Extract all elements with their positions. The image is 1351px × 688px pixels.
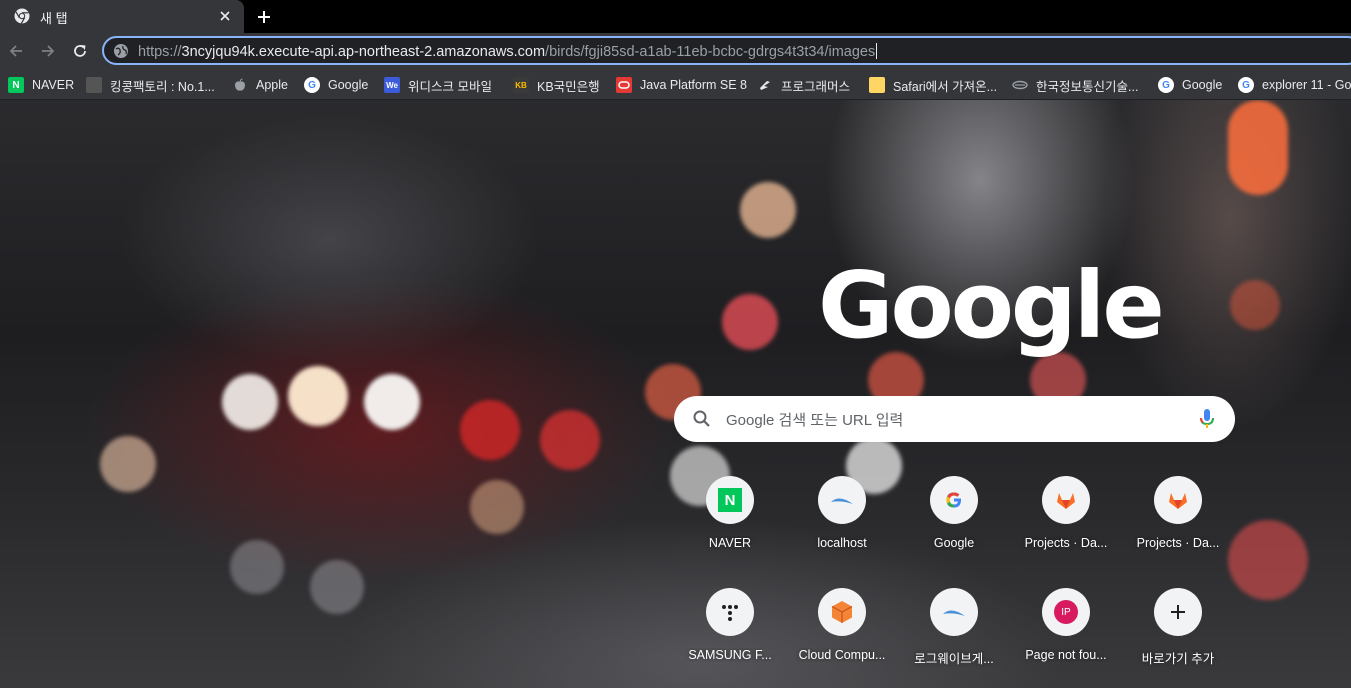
bookmark-label: NAVER	[32, 78, 75, 92]
gitlab-icon	[1154, 476, 1202, 524]
google-icon: G	[1238, 77, 1254, 93]
kb-icon: KB	[513, 77, 529, 93]
url-scheme: https://	[138, 44, 182, 60]
reload-icon[interactable]	[66, 37, 94, 65]
text-caret	[876, 43, 878, 59]
add-shortcut-button[interactable]: 바로가기 추가	[1122, 588, 1234, 688]
new-tab-page: Google Google 검색 또는 URL 입력 N NAVER local…	[0, 100, 1351, 688]
shortcut-label: Google	[933, 536, 975, 550]
bookmark-label: Google	[328, 78, 369, 92]
naver-icon: N	[706, 476, 754, 524]
shortcut-label: Cloud Compu...	[798, 648, 886, 662]
ip-badge-icon: IP	[1042, 588, 1090, 636]
wedisk-icon: We	[384, 77, 400, 93]
plus-icon	[1154, 588, 1202, 636]
search-placeholder: Google 검색 또는 URL 입력	[726, 412, 904, 429]
shortcut-label: Projects · Da...	[1136, 536, 1220, 550]
tab-strip: 새 탭	[0, 0, 1351, 33]
shortcut-label: 바로가기 추가	[1141, 652, 1215, 666]
naver-icon: N	[8, 77, 24, 93]
bookmark-label: 킹콩팩토리 : No.1...	[110, 79, 215, 94]
shortcut-naver[interactable]: N NAVER	[674, 476, 786, 584]
microphone-icon[interactable]	[1196, 407, 1218, 431]
shortcut-cloud-computing[interactable]: Cloud Compu...	[786, 588, 898, 688]
bookmark-label: 한국정보통신기술...	[1036, 79, 1139, 94]
shortcut-samsung[interactable]: SAMSUNG F...	[674, 588, 786, 688]
bookmark-tta[interactable]: 한국정보통신기술...	[1012, 74, 1138, 96]
shortcut-google[interactable]: Google	[898, 476, 1010, 584]
wave-icon	[930, 588, 978, 636]
globe-icon[interactable]	[113, 43, 129, 59]
gitlab-icon	[1042, 476, 1090, 524]
programmers-icon	[757, 77, 773, 93]
shortcut-label: Projects · Da...	[1024, 536, 1108, 550]
bookmark-naver[interactable]: N NAVER	[8, 74, 74, 96]
bookmark-label: Safari에서 가져온...	[893, 79, 998, 94]
shortcut-localhost[interactable]: localhost	[786, 476, 898, 584]
bookmark-label: explorer 11 - Go	[1262, 78, 1351, 92]
bookmark-kingkong[interactable]: 킹콩팩토리 : No.1...	[86, 74, 215, 96]
google-icon: G	[1158, 77, 1174, 93]
aws-cube-icon	[818, 588, 866, 636]
bookmark-label: Java Platform SE 8	[640, 78, 747, 92]
url-text[interactable]: https://3ncyjqu94k.execute-api.ap-northe…	[138, 43, 878, 60]
shortcut-projects-2[interactable]: Projects · Da...	[1122, 476, 1234, 584]
bookmark-label: Google	[1182, 78, 1223, 92]
kingkong-icon	[86, 77, 102, 93]
bookmark-explorer[interactable]: G explorer 11 - Go	[1238, 74, 1351, 96]
address-bar[interactable]: https://3ncyjqu94k.execute-api.ap-northe…	[102, 36, 1351, 65]
tta-icon	[1012, 77, 1028, 93]
wave-icon	[818, 476, 866, 524]
bookmark-label: 위디스크 모바일	[408, 79, 492, 94]
shortcut-logwave[interactable]: 로그웨이브게...	[898, 588, 1010, 688]
bookmarks-bar: N NAVER 킹콩팩토리 : No.1... Apple G Google W…	[0, 69, 1351, 100]
ip-badge-text: IP	[1054, 600, 1078, 624]
new-tab-plus-icon[interactable]	[252, 5, 276, 29]
shortcut-projects-1[interactable]: Projects · Da...	[1010, 476, 1122, 584]
bookmark-wedisk[interactable]: We 위디스크 모바일	[384, 74, 492, 96]
back-arrow-icon[interactable]	[2, 37, 30, 65]
apple-icon	[232, 77, 248, 93]
bookmark-java[interactable]: Java Platform SE 8	[616, 74, 747, 96]
shortcut-label: NAVER	[708, 536, 752, 550]
folder-icon	[869, 77, 885, 93]
forward-arrow-icon[interactable]	[34, 37, 62, 65]
url-path: /birds/fgji85sd-a1ab-11eb-bcbc-gdrgs4t3t…	[545, 44, 876, 60]
tab-close-icon[interactable]	[214, 5, 236, 27]
oracle-icon	[616, 77, 632, 93]
shortcut-label: localhost	[817, 536, 867, 550]
bookmark-safari-folder[interactable]: Safari에서 가져온...	[869, 74, 997, 96]
toolbar: https://3ncyjqu94k.execute-api.ap-northe…	[0, 33, 1351, 69]
bookmark-label: KB국민은행	[537, 79, 600, 94]
shortcut-page-not-found[interactable]: IP Page not fou...	[1010, 588, 1122, 688]
samsung-dots-icon	[706, 588, 754, 636]
bookmark-label: Apple	[256, 78, 288, 92]
bookmark-apple[interactable]: Apple	[232, 74, 288, 96]
search-box[interactable]: Google 검색 또는 URL 입력	[674, 396, 1235, 442]
google-icon: G	[304, 77, 320, 93]
bookmark-programmers[interactable]: 프로그래머스	[757, 74, 850, 96]
bookmark-label: 프로그래머스	[781, 79, 851, 94]
search-icon	[692, 409, 712, 429]
tab-title: 새 탭	[40, 11, 68, 26]
shortcut-label: Page not fou...	[1025, 648, 1107, 662]
bookmark-kb[interactable]: KB KB국민은행	[513, 74, 600, 96]
chrome-icon	[14, 8, 30, 24]
bookmark-google[interactable]: G Google	[304, 74, 368, 96]
google-g-icon	[930, 476, 978, 524]
tab-new-tab[interactable]: 새 탭	[0, 0, 244, 33]
google-logo: Google	[818, 252, 1165, 359]
url-host: 3ncyjqu94k.execute-api.ap-northeast-2.am…	[181, 44, 546, 60]
shortcut-label: 로그웨이브게...	[914, 652, 994, 666]
bookmark-google-2[interactable]: G Google	[1158, 74, 1222, 96]
shortcut-label: SAMSUNG F...	[688, 648, 772, 662]
